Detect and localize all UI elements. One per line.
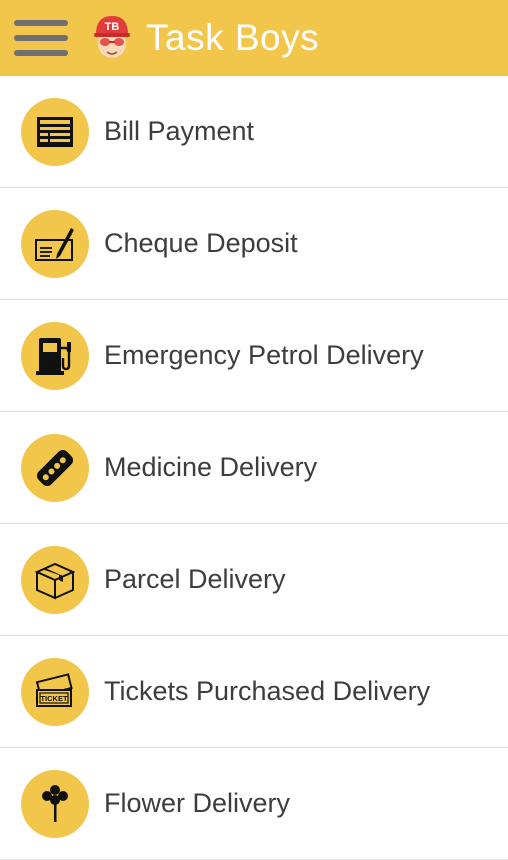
cheque-icon-circle bbox=[21, 209, 89, 278]
service-item-parcel-delivery[interactable]: Parcel Delivery bbox=[0, 524, 508, 636]
app-bar: TB Task Boys bbox=[0, 0, 508, 76]
parcel-box-icon bbox=[34, 562, 76, 600]
service-list: Bill Payment Cheque Deposit Emergency Pe… bbox=[0, 76, 508, 860]
service-label: Tickets Purchased Delivery bbox=[104, 676, 431, 706]
service-label: Emergency Petrol Delivery bbox=[104, 340, 424, 370]
service-item-tickets-purchased-delivery[interactable]: TICKET Tickets Purchased Delivery bbox=[0, 636, 508, 748]
bill-icon-circle bbox=[21, 97, 89, 166]
logo-text: TB bbox=[105, 21, 120, 33]
petrol-pump-icon bbox=[36, 337, 71, 375]
pills-icon-circle bbox=[21, 433, 89, 502]
service-item-medicine-delivery[interactable]: Medicine Delivery bbox=[0, 412, 508, 524]
service-item-flower-delivery[interactable]: Flower Delivery bbox=[0, 748, 508, 860]
service-item-cheque-deposit[interactable]: Cheque Deposit bbox=[0, 188, 508, 300]
parcel-box-icon-circle bbox=[21, 545, 89, 614]
flower-icon bbox=[42, 784, 68, 822]
service-item-bill-payment[interactable]: Bill Payment bbox=[0, 76, 508, 188]
service-label: Medicine Delivery bbox=[104, 452, 318, 482]
service-label: Parcel Delivery bbox=[104, 564, 286, 594]
service-label: Flower Delivery bbox=[104, 788, 291, 818]
pills-icon bbox=[36, 449, 74, 486]
petrol-pump-icon-circle bbox=[21, 321, 89, 390]
cheque-icon bbox=[35, 227, 74, 261]
service-label: Cheque Deposit bbox=[104, 228, 298, 258]
tickets-icon-circle: TICKET bbox=[21, 657, 89, 726]
task-boys-logo-icon: TB bbox=[94, 16, 130, 58]
flower-icon-circle bbox=[21, 769, 89, 838]
hamburger-menu-icon[interactable] bbox=[14, 18, 68, 58]
app-title: Task Boys bbox=[146, 17, 320, 58]
service-item-emergency-petrol-delivery[interactable]: Emergency Petrol Delivery bbox=[0, 300, 508, 412]
service-label: Bill Payment bbox=[104, 116, 255, 146]
tickets-icon: TICKET bbox=[35, 672, 73, 707]
ticket-text: TICKET bbox=[40, 694, 68, 703]
bill-icon bbox=[37, 116, 73, 147]
